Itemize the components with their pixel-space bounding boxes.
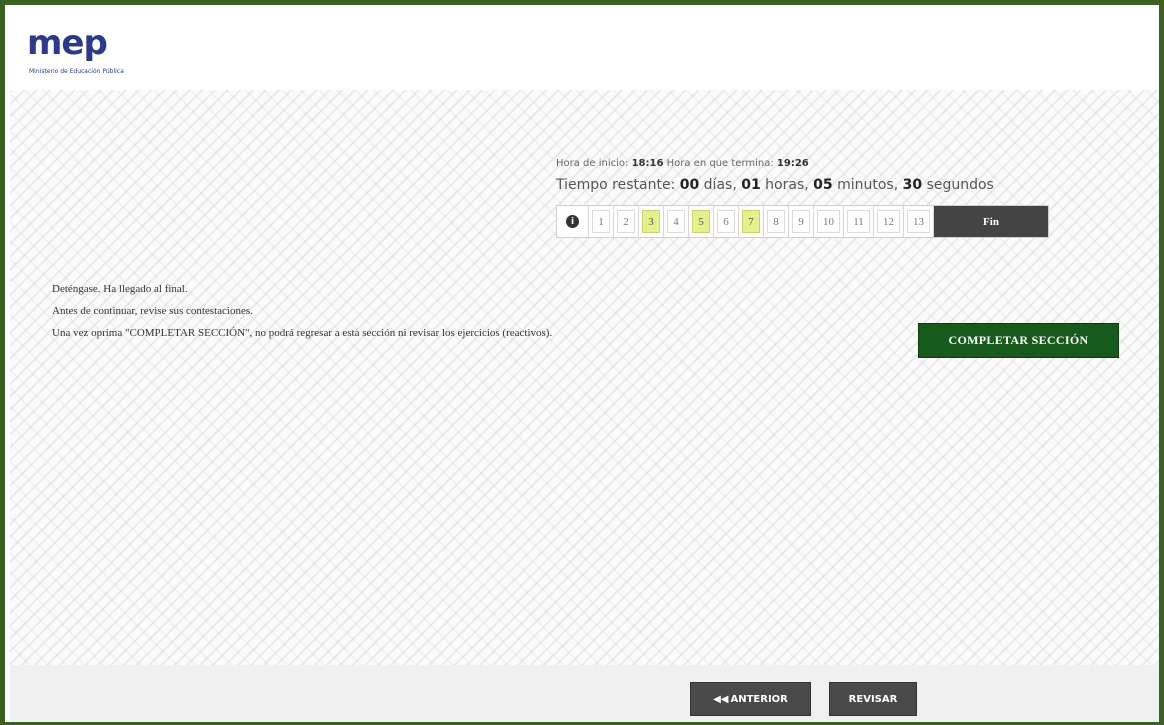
remaining-hours: 01	[741, 177, 761, 193]
info-button[interactable]: i	[557, 206, 589, 237]
question-navigator: i 1 2 3 4 5 6 7 8 9 10 11 12 13 Fin	[556, 205, 1049, 238]
question-label: 4	[667, 210, 685, 233]
question-label: 6	[717, 210, 735, 233]
question-1[interactable]: 1	[589, 206, 614, 237]
question-label: 1	[592, 210, 610, 233]
question-2[interactable]: 2	[614, 206, 639, 237]
seconds-label: segundos	[926, 177, 994, 193]
message-line-1: Deténgase. Ha llegado al final.	[52, 283, 188, 295]
times-line: Hora de inicio: 18:16 Hora en que termin…	[556, 155, 1096, 173]
question-label: 12	[877, 210, 900, 233]
question-8[interactable]: 8	[764, 206, 789, 237]
previous-button[interactable]: ◀◀ ANTERIOR	[690, 682, 811, 716]
end-label: Hora en que termina:	[666, 158, 774, 169]
remaining-time: Tiempo restante: 00 días, 01 horas, 05 m…	[556, 173, 1096, 197]
timer-panel: Hora de inicio: 18:16 Hora en que termin…	[556, 155, 1096, 197]
minutes-label: minutos,	[837, 177, 899, 193]
start-label: Hora de inicio:	[556, 158, 629, 169]
logo-subtitle: Ministerio de Educación Pública	[29, 68, 124, 75]
double-left-arrow-icon: ◀◀	[713, 693, 729, 705]
question-4[interactable]: 4	[664, 206, 689, 237]
question-3[interactable]: 3	[639, 206, 664, 237]
question-7[interactable]: 7	[739, 206, 764, 237]
logo-word: mep	[27, 23, 108, 63]
remaining-label: Tiempo restante:	[556, 177, 676, 193]
exam-window: mep Ministerio de Educación Pública Hora…	[0, 0, 1164, 725]
start-time: 18:16	[631, 158, 664, 169]
question-5[interactable]: 5	[689, 206, 714, 237]
fin-button[interactable]: Fin	[934, 206, 1048, 237]
question-label: 8	[767, 210, 785, 233]
question-12[interactable]: 12	[874, 206, 904, 237]
previous-label: ANTERIOR	[730, 693, 788, 705]
message-line-3: Una vez oprima "COMPLETAR SECCIÓN", no p…	[52, 327, 553, 339]
hours-label: horas,	[765, 177, 809, 193]
question-label: 13	[907, 210, 930, 233]
question-6[interactable]: 6	[714, 206, 739, 237]
complete-section-button[interactable]: COMPLETAR SECCIÓN	[918, 323, 1119, 358]
mep-logo: mep Ministerio de Educación Pública	[27, 23, 137, 87]
question-13[interactable]: 13	[904, 206, 934, 237]
footer-bar	[10, 665, 1159, 722]
question-label: 10	[817, 210, 840, 233]
question-9[interactable]: 9	[789, 206, 814, 237]
question-label: 3	[642, 210, 660, 233]
question-label: 11	[847, 210, 870, 233]
remaining-days: 00	[679, 177, 700, 193]
days-label: días,	[703, 177, 737, 193]
info-icon: i	[566, 215, 579, 228]
message-line-2: Antes de continuar, revise sus contestac…	[52, 305, 253, 317]
question-11[interactable]: 11	[844, 206, 874, 237]
question-label: 2	[617, 210, 635, 233]
question-label: 7	[742, 210, 760, 233]
review-button[interactable]: REVISAR	[829, 682, 917, 716]
question-label: 5	[692, 210, 710, 233]
end-message: Deténgase. Ha llegado al final. Antes de…	[52, 281, 852, 347]
end-time: 19:26	[776, 158, 809, 169]
question-label: 9	[792, 210, 810, 233]
question-10[interactable]: 10	[814, 206, 844, 237]
remaining-seconds: 30	[902, 177, 923, 193]
remaining-minutes: 05	[813, 177, 833, 193]
